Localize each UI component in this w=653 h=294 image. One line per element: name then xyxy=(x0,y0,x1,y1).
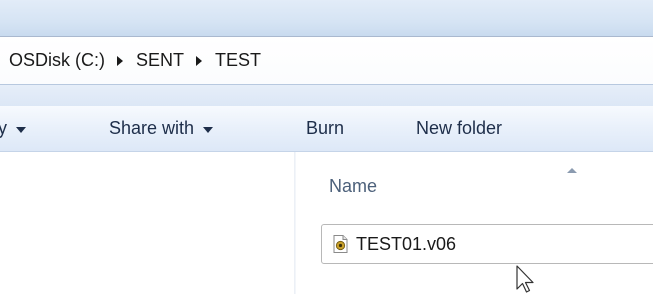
address-bar[interactable]: OSDisk (C:) SENT TEST xyxy=(0,36,653,85)
media-file-icon xyxy=(333,235,348,253)
breadcrumb-item-sent[interactable]: SENT xyxy=(136,50,184,71)
file-item[interactable]: TEST01.v06 xyxy=(321,224,653,264)
breadcrumb: OSDisk (C:) SENT TEST xyxy=(9,50,261,71)
breadcrumb-arrow-icon[interactable] xyxy=(196,55,203,66)
breadcrumb-item-osdisk[interactable]: OSDisk (C:) xyxy=(9,50,105,71)
new-folder-button[interactable]: New folder xyxy=(416,118,502,139)
mouse-cursor-icon xyxy=(516,265,534,293)
title-bar xyxy=(0,0,653,36)
new-folder-label: New folder xyxy=(416,118,503,138)
organize-button[interactable]: y xyxy=(0,118,26,139)
column-header-label: Name xyxy=(329,176,378,196)
explorer-window: OSDisk (C:) SENT TEST y Share with Burn … xyxy=(0,0,653,294)
breadcrumb-item-test[interactable]: TEST xyxy=(215,50,261,71)
column-header-name[interactable]: Name xyxy=(296,152,653,210)
share-with-button[interactable]: Share with xyxy=(109,118,214,139)
organize-label: y xyxy=(0,118,7,138)
burn-label: Burn xyxy=(306,118,345,138)
file-name: TEST01.v06 xyxy=(356,233,457,254)
breadcrumb-arrow-icon[interactable] xyxy=(117,55,123,66)
share-with-label: Share with xyxy=(109,118,195,138)
burn-button[interactable]: Burn xyxy=(306,118,344,139)
chevron-down-icon xyxy=(203,126,214,133)
command-toolbar: y Share with Burn New folder xyxy=(0,106,653,152)
toolbar-separator xyxy=(0,85,653,106)
sort-ascending-icon xyxy=(567,168,577,173)
chevron-down-icon xyxy=(16,126,26,133)
navigation-pane[interactable] xyxy=(0,152,294,294)
